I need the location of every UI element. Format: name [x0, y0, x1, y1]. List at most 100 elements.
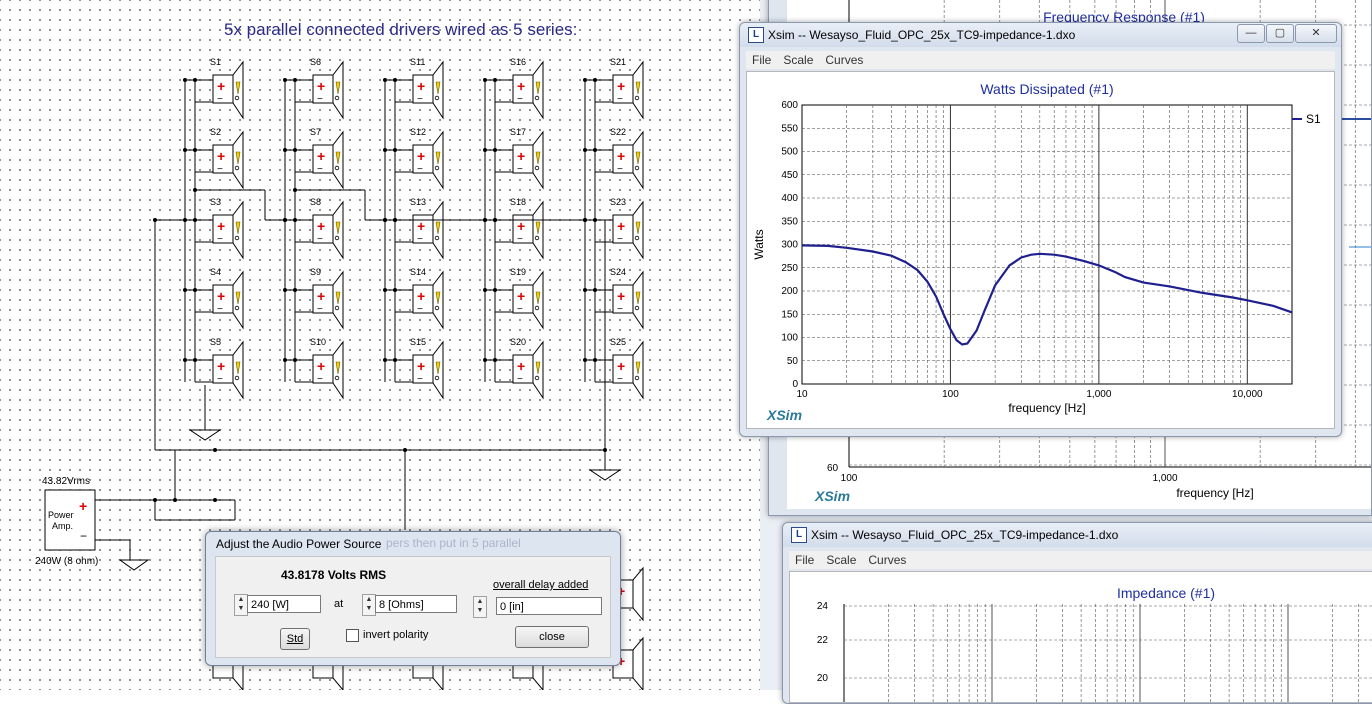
menu-curves[interactable]: Curves: [862, 551, 912, 567]
power-spinner[interactable]: ▲ ▼: [234, 594, 248, 616]
junction-dot: [383, 358, 387, 362]
menu-file[interactable]: File: [746, 51, 777, 67]
speaker-plus: +: [617, 148, 625, 164]
impedance-spinner[interactable]: ▲ ▼: [362, 594, 376, 616]
speaker-cone-lower: [632, 566, 644, 622]
freq-x-axis-label: frequency [Hz]: [1176, 486, 1253, 500]
delay-spinner[interactable]: ▲ ▼: [473, 596, 487, 618]
y-tick-label: 400: [781, 193, 798, 204]
speaker-minus: −: [217, 94, 223, 105]
speaker-label: S11: [410, 57, 425, 67]
speaker-label: S4: [210, 267, 221, 277]
menu-scale[interactable]: Scale: [777, 51, 819, 67]
xsim-logo: XSim: [814, 488, 850, 504]
speaker: S13+−: [410, 197, 444, 260]
speaker-minus: −: [317, 234, 323, 245]
speaker-plus: +: [217, 78, 225, 94]
close-window-button[interactable]: ✕: [1295, 24, 1337, 43]
speaker-plus: +: [417, 148, 425, 164]
watts-window[interactable]: L Xsim -- Wesayso_Fluid_OPC_25x_TC9-impe…: [739, 22, 1342, 437]
power-source-dialog[interactable]: Adjust the Audio Power Source pers then …: [205, 531, 621, 666]
speaker: S6 +−: [310, 57, 344, 120]
speaker: S4 +−: [210, 267, 244, 330]
delay-input[interactable]: 0 [in]: [496, 597, 602, 615]
speaker-label: S13: [410, 197, 426, 207]
junction-dot: [383, 78, 387, 82]
watts-titlebar[interactable]: L Xsim -- Wesayso_Fluid_OPC_25x_TC9-impe…: [740, 23, 1341, 47]
dialog-title: Adjust the Audio Power Source: [216, 537, 382, 551]
speaker-plus: +: [217, 218, 225, 234]
std-button[interactable]: Std: [280, 628, 310, 650]
speaker-minus: −: [417, 234, 423, 245]
menu-curves[interactable]: Curves: [819, 51, 869, 67]
junction-dot: [193, 188, 197, 192]
speaker-label: S20: [510, 337, 526, 347]
junction-dot: [483, 78, 487, 82]
speaker-label: S18: [510, 197, 526, 207]
amp-voltage-label: 43.82Vrms: [42, 476, 90, 487]
speaker-label: S22: [610, 127, 626, 137]
junction-dot: [283, 358, 287, 362]
speaker-label: S5: [210, 337, 221, 347]
y-tick-label: 300: [781, 240, 798, 251]
junction-dot: [493, 218, 497, 222]
speaker: S21 +−: [610, 57, 644, 120]
impedance-input[interactable]: 8 [Ohms]: [375, 595, 457, 613]
junction-dot: [213, 448, 217, 452]
impedance-window[interactable]: L Xsim -- Wesayso_Fluid_OPC_25x_TC9-impe…: [782, 522, 1372, 704]
menu-scale[interactable]: Scale: [820, 551, 862, 567]
ground-symbol: [588, 469, 622, 481]
junction-dot: [383, 148, 387, 152]
junction-dot: [173, 498, 177, 502]
x-axis-label: frequency [Hz]: [1008, 401, 1085, 415]
minimize-button[interactable]: —: [1237, 24, 1265, 43]
junction-dot: [483, 288, 487, 292]
speaker-plus: +: [517, 288, 525, 304]
maximize-button[interactable]: ▢: [1266, 24, 1294, 43]
amp-rating-label: 240W (8 ohm): [35, 556, 99, 567]
speaker: S8 +−: [310, 197, 344, 260]
speaker-plus: +: [317, 288, 325, 304]
junction-dot: [583, 218, 587, 222]
speaker: S16 +−: [510, 57, 544, 120]
dialog-body: 43.8178 Volts RMS ▲ ▼ 240 [W] at ▲ ▼ 8 [Oh…: [215, 556, 611, 658]
xsim-app-icon: L: [791, 527, 807, 543]
impedance-y-tick-20: 20: [817, 673, 829, 684]
junction-dot: [213, 498, 217, 502]
dialog-background-text: pers then put in 5 parallel: [386, 536, 521, 550]
invert-polarity-checkbox[interactable]: [346, 629, 359, 642]
junction-dot: [183, 288, 187, 292]
watts-chart[interactable]: Watts Dissipated (#1) 0 50 100 150 200 250 300 3…: [746, 71, 1335, 429]
speaker-minus: −: [517, 234, 523, 245]
y-tick-label: 350: [781, 216, 798, 227]
y-tick-label: 250: [781, 263, 798, 274]
speaker: S18+−: [510, 197, 544, 260]
speaker-minus: −: [217, 234, 223, 245]
speaker-plus: +: [317, 218, 325, 234]
speaker-plus: +: [217, 148, 225, 164]
y-tick-label: 450: [781, 170, 798, 181]
speaker-minus: −: [617, 164, 623, 175]
speaker-minus: −: [217, 164, 223, 175]
invert-polarity-label: invert polarity: [363, 629, 429, 641]
amp-minus-terminal: −: [80, 529, 87, 543]
speaker-minus: −: [517, 304, 523, 315]
speaker: S5 +−: [210, 337, 244, 400]
speaker-minus: −: [317, 304, 323, 315]
speaker: S10 +−: [310, 337, 344, 400]
impedance-titlebar[interactable]: L Xsim -- Wesayso_Fluid_OPC_25x_TC9-impe…: [783, 523, 1372, 547]
speaker-minus: −: [217, 304, 223, 315]
speaker: S11 +−: [410, 57, 444, 120]
junction-dot: [583, 288, 587, 292]
junction-dot: [583, 78, 587, 82]
impedance-chart[interactable]: Impedance (#1) 24 22 20: [789, 571, 1372, 703]
menu-file[interactable]: File: [789, 551, 820, 567]
speaker: S7 +−: [310, 127, 344, 190]
junction-dot: [283, 218, 287, 222]
close-button[interactable]: close: [515, 626, 589, 648]
speaker-minus: −: [317, 94, 323, 105]
power-input[interactable]: 240 [W]: [247, 595, 321, 613]
speaker-plus: +: [517, 148, 525, 164]
speaker-label: S7: [310, 127, 321, 137]
speaker-label: S16: [510, 57, 526, 67]
